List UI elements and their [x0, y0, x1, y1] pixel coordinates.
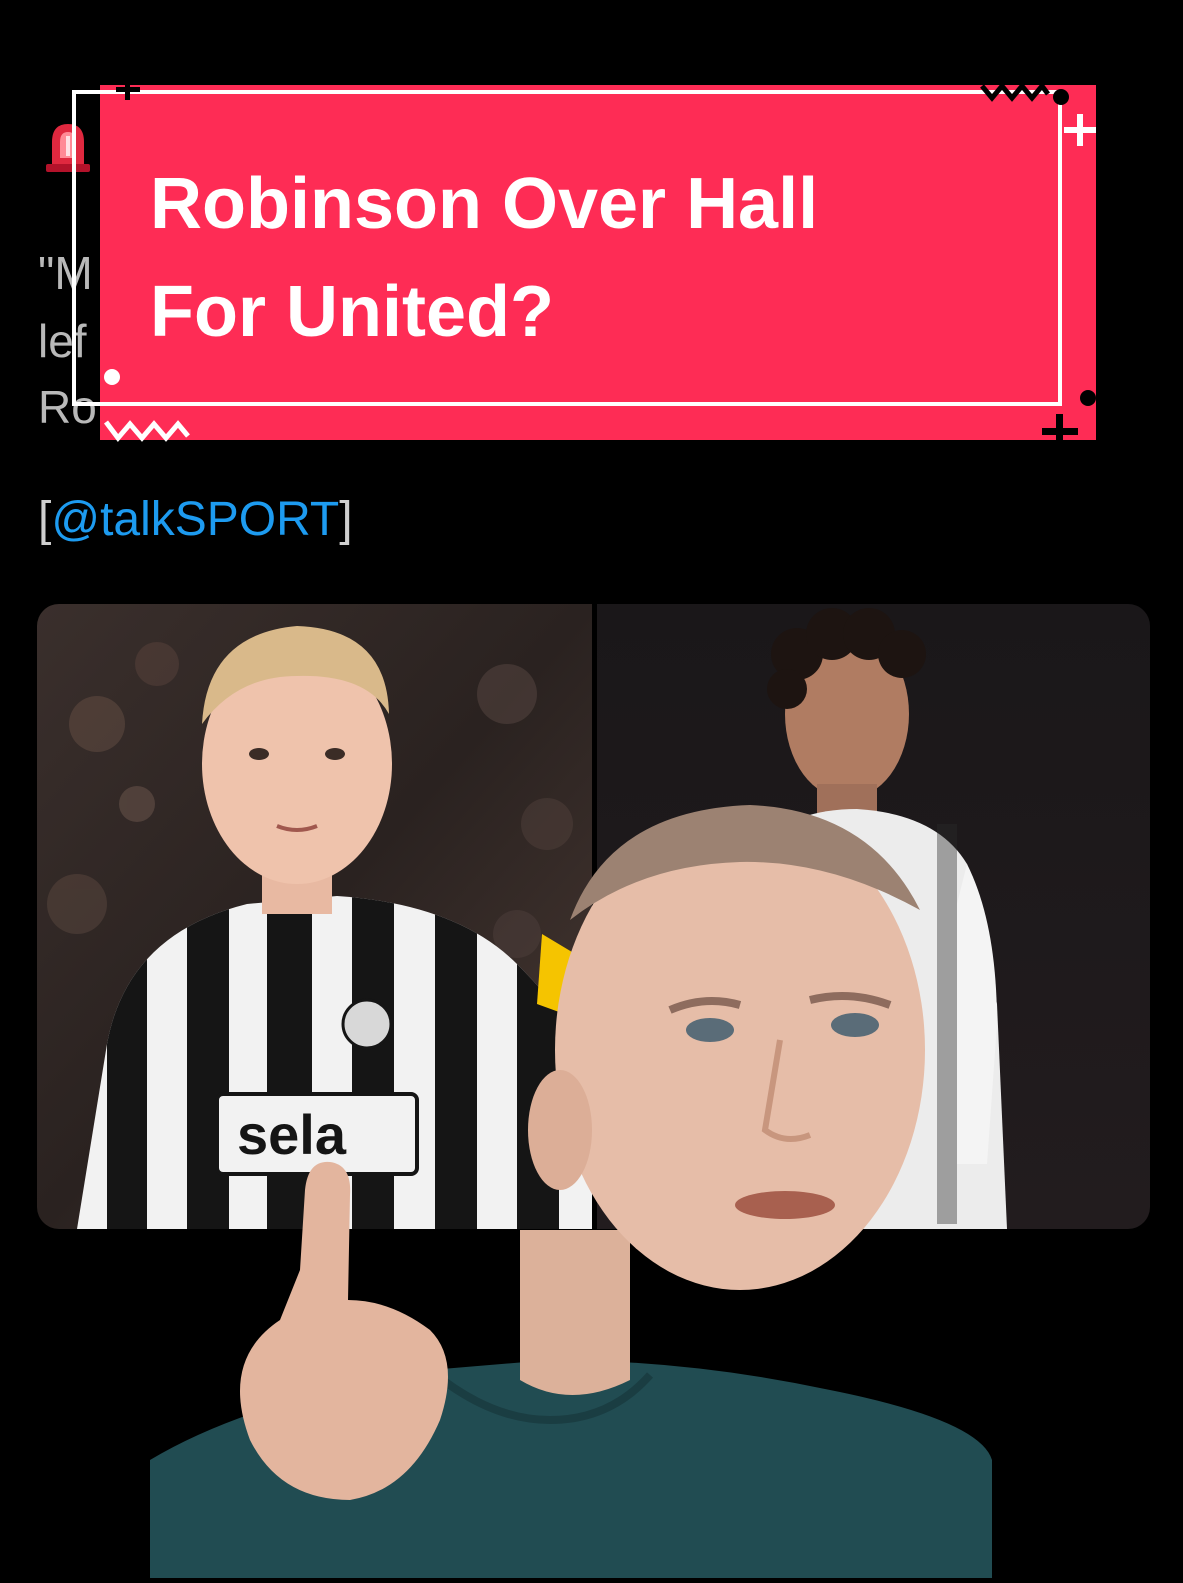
- bracket-close: ]: [339, 493, 353, 546]
- caption-title: Robinson Over Hall For United?: [150, 150, 1030, 366]
- zigzag-decoration-icon: [980, 82, 1050, 102]
- rotating-light-icon: [40, 118, 96, 174]
- dot-decoration-icon: [1080, 390, 1096, 406]
- bracket-open: [: [38, 493, 52, 546]
- tweet-text-line: lef: [38, 315, 87, 367]
- zigzag-decoration-icon: [104, 420, 190, 442]
- tweet-text-line: "M: [38, 247, 93, 299]
- dot-decoration-icon: [104, 369, 120, 385]
- tweet-text-line: Ro: [38, 381, 97, 433]
- dot-decoration-icon: [1053, 89, 1069, 105]
- caption-line-1: Robinson Over Hall: [150, 164, 819, 244]
- plus-decoration-icon: [1064, 114, 1096, 146]
- plus-decoration-icon: [1042, 414, 1078, 446]
- talksport-mention-link[interactable]: @talkSPORT: [51, 493, 339, 546]
- caption-line-2: For United?: [150, 272, 554, 352]
- plus-decoration-icon: [116, 80, 140, 100]
- tweet-source: [@talkSPORT]: [38, 496, 353, 544]
- presenter-cutout: [130, 800, 1030, 1578]
